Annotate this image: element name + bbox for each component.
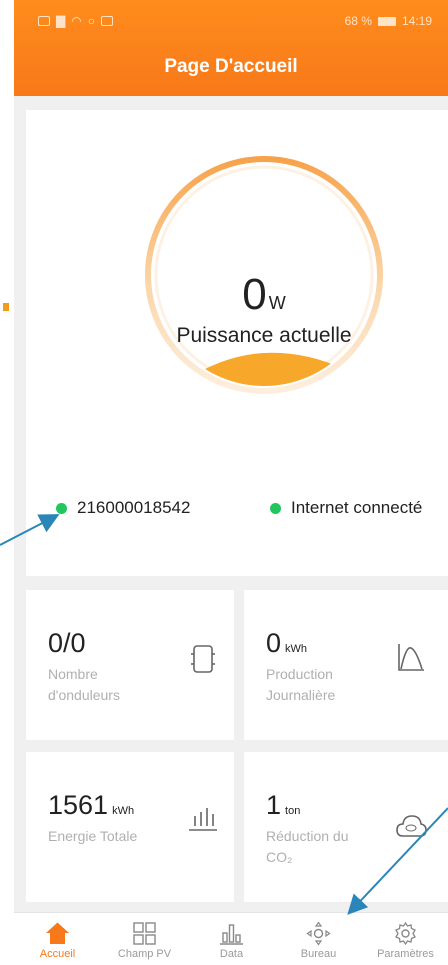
inverters-value: 0/0 bbox=[48, 628, 86, 659]
daily-production-unit: kWh bbox=[285, 643, 308, 655]
current-power-value: 0W bbox=[144, 273, 384, 325]
edge-marker bbox=[3, 303, 9, 311]
nav-item-parametres[interactable]: Paramètres bbox=[362, 913, 448, 965]
signal-icon: ▇ bbox=[56, 14, 66, 28]
bureau-icon bbox=[306, 921, 331, 946]
alarm-icon: ○ bbox=[87, 14, 95, 28]
tile-inverters[interactable]: 0/0 Nombre d'onduleurs bbox=[26, 590, 234, 740]
grid-icon bbox=[133, 922, 156, 945]
co2-label-sub: CO₂ bbox=[266, 849, 293, 865]
bar-chart-icon bbox=[189, 808, 217, 831]
daily-production-label: Production Journalière bbox=[266, 666, 336, 703]
nav-label-parametres: Paramètres bbox=[377, 948, 434, 960]
nav-item-accueil[interactable]: Accueil bbox=[14, 913, 101, 965]
status-right: 68 % 14:19 bbox=[345, 14, 432, 28]
co2-value: 1 ton bbox=[266, 790, 300, 821]
nav-item-champ-pv[interactable]: Champ PV bbox=[101, 913, 188, 965]
device-id: 216000018542 bbox=[77, 498, 191, 517]
power-unit: W bbox=[268, 293, 286, 313]
co2-unit: ton bbox=[285, 805, 301, 817]
status-icons: ▇ ◠ ○ bbox=[38, 14, 113, 28]
total-energy-label: Energie Totale bbox=[48, 828, 138, 844]
nav-item-data[interactable]: Data bbox=[188, 913, 275, 965]
home-icon bbox=[46, 922, 69, 944]
co2-label: Réduction du CO₂ bbox=[266, 826, 386, 868]
status-bar: ▇ ◠ ○ 68 % 14:19 bbox=[14, 0, 448, 40]
wifi-icon: ◠ bbox=[71, 14, 82, 28]
data-chart-icon bbox=[220, 924, 243, 945]
nav-label-data: Data bbox=[219, 948, 244, 960]
power-card[interactable]: 0W Puissance actuelle 216000018542 Inter… bbox=[26, 110, 448, 576]
daily-production-value: 0 kWh bbox=[266, 628, 307, 659]
power-number: 0 bbox=[242, 270, 267, 319]
tile-total-energy[interactable]: 1561 kWh Energie Totale bbox=[26, 752, 234, 902]
total-energy-value: 1561 kWh bbox=[48, 790, 134, 821]
nav-item-bureau[interactable]: Bureau bbox=[275, 913, 362, 965]
settings-icon bbox=[395, 921, 416, 946]
notification-icon bbox=[38, 16, 50, 26]
message-icon bbox=[100, 16, 113, 26]
battery-percent: 68 % bbox=[344, 14, 372, 28]
battery-icon bbox=[377, 16, 396, 26]
nav-label-champ-pv: Champ PV bbox=[117, 948, 172, 960]
clock: 14:19 bbox=[401, 14, 432, 28]
daily-production-number: 0 bbox=[266, 628, 282, 658]
page-title: Page D'accueil bbox=[164, 56, 298, 77]
status-dot-icon bbox=[56, 502, 67, 514]
internet-status-text: Internet connecté bbox=[291, 498, 423, 517]
bottom-nav: Accueil Champ PV Data Bureau Paramètres bbox=[14, 912, 448, 965]
tile-co2-reduction[interactable]: 1 ton Réduction du CO₂ bbox=[244, 752, 448, 902]
nav-label-bureau: Bureau bbox=[300, 948, 337, 960]
inverters-label: Nombre d'onduleurs bbox=[48, 666, 120, 703]
inverters-number: 0/0 bbox=[48, 628, 86, 658]
co2-cloud-icon bbox=[396, 815, 427, 837]
total-energy-unit: kWh bbox=[112, 805, 135, 817]
co2-number: 1 bbox=[266, 790, 282, 820]
app-screen: ▇ ◠ ○ 68 % 14:19 Page D'accueil 0 W Puis… bbox=[14, 0, 448, 965]
tile-daily-production[interactable]: 0 kWh Production Journalière bbox=[244, 590, 448, 740]
status-dot-icon bbox=[270, 502, 281, 514]
current-power-label: Puissance actuelle bbox=[176, 324, 352, 347]
total-energy-number: 1561 bbox=[48, 790, 109, 820]
inverter-icon bbox=[191, 645, 215, 673]
internet-status: Internet connecté bbox=[270, 498, 422, 518]
curve-icon bbox=[398, 644, 424, 671]
co2-label-main: Réduction du bbox=[266, 828, 349, 844]
header: ▇ ◠ ○ 68 % 14:19 Page D'accueil bbox=[14, 0, 448, 96]
device-status: 216000018542 bbox=[56, 498, 190, 518]
nav-label-accueil: Accueil bbox=[39, 948, 76, 960]
